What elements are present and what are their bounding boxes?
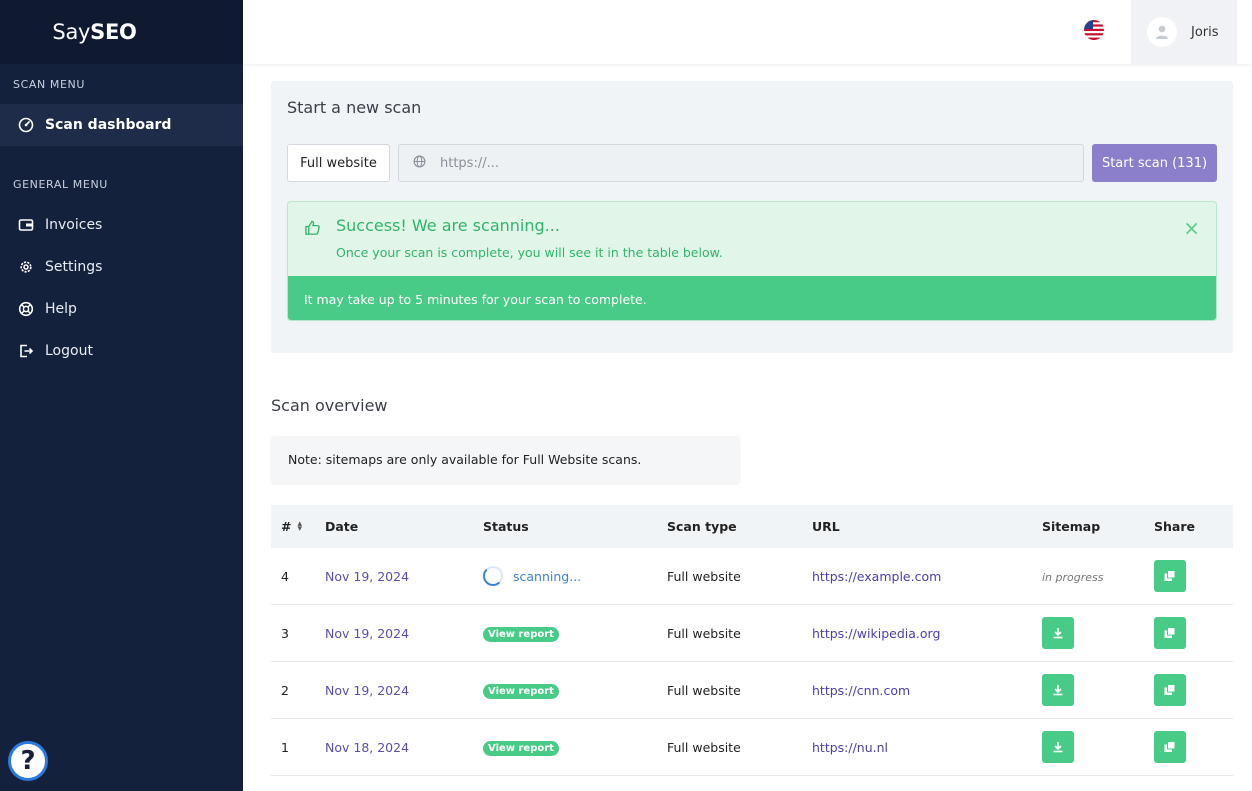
wallet-icon <box>17 216 35 234</box>
row-date: Nov 18, 2024 <box>325 739 410 755</box>
table-row: 2 Nov 19, 2024 View report Full website … <box>271 662 1233 719</box>
header-num-label: # <box>281 519 292 534</box>
column-date: Date <box>325 519 359 534</box>
row-number: 2 <box>281 682 289 698</box>
column-status: Status <box>483 519 529 534</box>
scan-type-button[interactable]: Full website <box>287 144 390 182</box>
sidebar-item-label: Settings <box>45 259 103 275</box>
sidebar-item-scan-dashboard[interactable]: Scan dashboard <box>0 104 243 146</box>
copy-icon <box>1164 627 1176 638</box>
view-report-badge[interactable]: View report <box>483 626 559 642</box>
sidebar-item-label: Help <box>45 301 77 317</box>
scanning-status: scanning... <box>483 566 667 586</box>
copy-icon <box>1164 741 1176 752</box>
download-sitemap-button[interactable] <box>1042 674 1074 706</box>
brand-part1: Say <box>52 20 91 44</box>
column-share: Share <box>1154 519 1195 534</box>
scan-menu-title: SCAN MENU <box>13 77 86 91</box>
table-header: # ▴ ▾ Date Status Scan type URL Sitemap S… <box>271 505 1233 548</box>
new-scan-title: Start a new scan <box>287 98 422 117</box>
row-number: 3 <box>281 625 289 641</box>
share-button[interactable] <box>1154 674 1186 706</box>
start-scan-button[interactable]: Start scan (131) <box>1092 144 1217 182</box>
download-icon <box>1053 628 1063 639</box>
row-type: Full website <box>667 625 741 641</box>
lifebuoy-icon <box>17 300 35 318</box>
share-button[interactable] <box>1154 731 1186 763</box>
sidebar-item-invoices[interactable]: Invoices <box>0 204 243 246</box>
row-type: Full website <box>667 568 741 584</box>
row-url-link[interactable]: https://cnn.com <box>812 683 1042 698</box>
user-menu[interactable]: Joris <box>1131 0 1237 64</box>
copy-icon <box>1164 570 1176 581</box>
table-row: 1 Nov 18, 2024 View report Full website … <box>271 719 1233 776</box>
help-chat-button[interactable]: ? <box>8 741 48 781</box>
table-row: 3 Nov 19, 2024 View report Full website … <box>271 605 1233 662</box>
alert-text: Once your scan is complete, you will see… <box>336 245 723 260</box>
column-url: URL <box>812 519 840 534</box>
share-button[interactable] <box>1154 617 1186 649</box>
globe-icon <box>413 155 426 172</box>
brand-part2: SEO <box>90 20 137 44</box>
row-date: Nov 19, 2024 <box>325 625 410 641</box>
row-number: 4 <box>281 568 289 584</box>
row-url-link[interactable]: https://example.com <box>812 569 1042 584</box>
row-date: Nov 19, 2024 <box>325 682 410 698</box>
scan-overview-title: Scan overview <box>271 396 388 415</box>
us-flag-icon[interactable] <box>1084 20 1104 40</box>
url-input[interactable] <box>440 155 1040 171</box>
table-row: 4 Nov 19, 2024 scanning... Full website … <box>271 548 1233 605</box>
sidebar-item-label: Invoices <box>45 217 103 233</box>
sidebar-item-label: Logout <box>45 343 93 359</box>
row-url-link[interactable]: https://nu.nl <box>812 740 1042 755</box>
sidebar: Say SEO SCAN MENU Scan dashboard GENERAL … <box>0 0 243 791</box>
topbar: Joris <box>243 0 1252 64</box>
brand-logo[interactable]: Say SEO <box>0 0 243 64</box>
download-sitemap-button[interactable] <box>1042 617 1074 649</box>
alert-title: Success! We are scanning... <box>336 216 560 235</box>
sitemap-in-progress: in progress <box>1042 570 1104 584</box>
new-scan-panel: Start a new scan Full website Start scan… <box>271 81 1233 353</box>
column-sitemap: Sitemap <box>1042 519 1101 534</box>
spinner-icon <box>483 566 503 586</box>
gear-icon <box>17 258 35 276</box>
sidebar-item-help[interactable]: Help <box>0 288 243 330</box>
logout-icon <box>17 342 35 360</box>
row-number: 1 <box>281 739 289 755</box>
row-date: Nov 19, 2024 <box>325 568 410 584</box>
gauge-icon <box>17 116 35 134</box>
close-icon[interactable]: × <box>1183 216 1200 240</box>
user-name: Joris <box>1191 24 1219 40</box>
sidebar-item-label: Scan dashboard <box>45 117 172 133</box>
url-input-wrapper <box>398 144 1084 182</box>
row-type: Full website <box>667 739 741 755</box>
sidebar-item-logout[interactable]: Logout <box>0 330 243 372</box>
sitemap-note: Note: sitemaps are only available for Fu… <box>271 436 740 483</box>
share-button[interactable] <box>1154 560 1186 592</box>
view-report-badge[interactable]: View report <box>483 740 559 756</box>
sort-icon[interactable]: ▴ ▾ <box>297 519 302 533</box>
avatar <box>1147 17 1177 47</box>
row-url-link[interactable]: https://wikipedia.org <box>812 626 1042 641</box>
download-icon <box>1053 742 1063 753</box>
scan-table: # ▴ ▾ Date Status Scan type URL Sitemap S… <box>271 505 1233 776</box>
thumbs-up-icon <box>304 219 322 237</box>
download-icon <box>1053 685 1063 696</box>
row-type: Full website <box>667 682 741 698</box>
column-number[interactable]: # ▴ ▾ <box>281 519 335 534</box>
general-menu-title: GENERAL MENU <box>13 177 108 191</box>
success-alert: Success! We are scanning... Once your sc… <box>287 201 1217 321</box>
download-sitemap-button[interactable] <box>1042 731 1074 763</box>
alert-footer: It may take up to 5 minutes for your sca… <box>288 276 1216 320</box>
scanning-label: scanning... <box>513 568 582 584</box>
copy-icon <box>1164 684 1176 695</box>
sidebar-item-settings[interactable]: Settings <box>0 246 243 288</box>
view-report-badge[interactable]: View report <box>483 683 559 699</box>
column-type: Scan type <box>667 519 737 534</box>
